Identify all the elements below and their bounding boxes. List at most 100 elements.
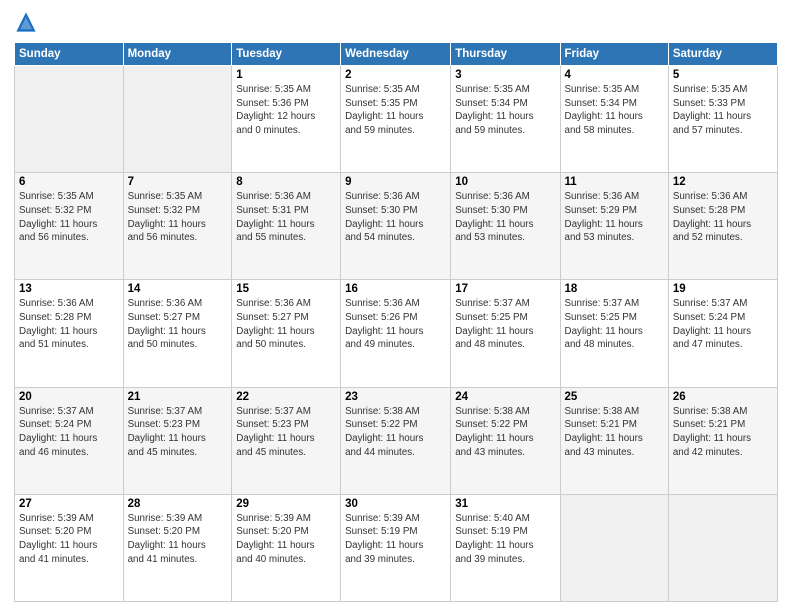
day-info: Sunrise: 5:39 AM Sunset: 5:20 PM Dayligh… <box>19 512 119 567</box>
calendar-cell: 3 Sunrise: 5:35 AM Sunset: 5:34 PM Daylig… <box>451 66 560 173</box>
day-info: Sunrise: 5:35 AM Sunset: 5:34 PM Dayligh… <box>455 83 555 138</box>
day-info: Sunrise: 5:39 AM Sunset: 5:20 PM Dayligh… <box>236 512 336 567</box>
day-number: 29 <box>236 498 336 510</box>
day-info: Sunrise: 5:37 AM Sunset: 5:25 PM Dayligh… <box>565 297 664 352</box>
day-info: Sunrise: 5:35 AM Sunset: 5:35 PM Dayligh… <box>345 83 446 138</box>
calendar-week-row: 13 Sunrise: 5:36 AM Sunset: 5:28 PM Dayli… <box>15 280 778 387</box>
day-info: Sunrise: 5:36 AM Sunset: 5:27 PM Dayligh… <box>128 297 228 352</box>
day-number: 22 <box>236 391 336 403</box>
day-number: 12 <box>673 176 773 188</box>
calendar-cell: 4 Sunrise: 5:35 AM Sunset: 5:34 PM Daylig… <box>560 66 668 173</box>
weekday-header: Sunday <box>15 43 124 66</box>
day-info: Sunrise: 5:39 AM Sunset: 5:20 PM Dayligh… <box>128 512 228 567</box>
day-number: 14 <box>128 283 228 295</box>
day-number: 1 <box>236 69 336 81</box>
day-number: 6 <box>19 176 119 188</box>
calendar-cell: 5 Sunrise: 5:35 AM Sunset: 5:33 PM Daylig… <box>668 66 777 173</box>
calendar-week-row: 6 Sunrise: 5:35 AM Sunset: 5:32 PM Daylig… <box>15 173 778 280</box>
calendar-cell: 26Sunrise: 5:38 AM Sunset: 5:21 PM Dayli… <box>668 387 777 494</box>
day-number: 15 <box>236 283 336 295</box>
day-info: Sunrise: 5:36 AM Sunset: 5:29 PM Dayligh… <box>565 190 664 245</box>
calendar-cell: 22 Sunrise: 5:37 AM Sunset: 5:23 PM Dayli… <box>232 387 341 494</box>
calendar-cell: 25Sunrise: 5:38 AM Sunset: 5:21 PM Dayli… <box>560 387 668 494</box>
day-info: Sunrise: 5:35 AM Sunset: 5:32 PM Dayligh… <box>19 190 119 245</box>
header <box>14 10 778 34</box>
day-number: 25 <box>565 391 664 403</box>
calendar-cell: 21Sunrise: 5:37 AM Sunset: 5:23 PM Dayli… <box>123 387 232 494</box>
day-number: 13 <box>19 283 119 295</box>
calendar-week-row: 27 Sunrise: 5:39 AM Sunset: 5:20 PM Dayli… <box>15 494 778 601</box>
calendar-cell: 27 Sunrise: 5:39 AM Sunset: 5:20 PM Dayli… <box>15 494 124 601</box>
day-number: 9 <box>345 176 446 188</box>
day-info: Sunrise: 5:36 AM Sunset: 5:28 PM Dayligh… <box>673 190 773 245</box>
day-info: Sunrise: 5:35 AM Sunset: 5:32 PM Dayligh… <box>128 190 228 245</box>
calendar-cell: 14 Sunrise: 5:36 AM Sunset: 5:27 PM Dayli… <box>123 280 232 387</box>
day-info: Sunrise: 5:36 AM Sunset: 5:30 PM Dayligh… <box>345 190 446 245</box>
logo-icon <box>14 10 38 34</box>
day-number: 7 <box>128 176 228 188</box>
day-info: Sunrise: 5:35 AM Sunset: 5:34 PM Dayligh… <box>565 83 664 138</box>
day-info: Sunrise: 5:37 AM Sunset: 5:25 PM Dayligh… <box>455 297 555 352</box>
day-info: Sunrise: 5:36 AM Sunset: 5:30 PM Dayligh… <box>455 190 555 245</box>
day-number: 16 <box>345 283 446 295</box>
weekday-header: Friday <box>560 43 668 66</box>
day-number: 2 <box>345 69 446 81</box>
logo <box>14 10 42 34</box>
day-number: 17 <box>455 283 555 295</box>
calendar-cell: 18 Sunrise: 5:37 AM Sunset: 5:25 PM Dayli… <box>560 280 668 387</box>
day-number: 27 <box>19 498 119 510</box>
day-info: Sunrise: 5:35 AM Sunset: 5:33 PM Dayligh… <box>673 83 773 138</box>
calendar-cell: 13 Sunrise: 5:36 AM Sunset: 5:28 PM Dayli… <box>15 280 124 387</box>
calendar-week-row: 20 Sunrise: 5:37 AM Sunset: 5:24 PM Dayli… <box>15 387 778 494</box>
calendar-cell: 29 Sunrise: 5:39 AM Sunset: 5:20 PM Dayli… <box>232 494 341 601</box>
calendar-cell: 6 Sunrise: 5:35 AM Sunset: 5:32 PM Daylig… <box>15 173 124 280</box>
day-info: Sunrise: 5:37 AM Sunset: 5:24 PM Dayligh… <box>673 297 773 352</box>
day-number: 28 <box>128 498 228 510</box>
day-info: Sunrise: 5:39 AM Sunset: 5:19 PM Dayligh… <box>345 512 446 567</box>
day-number: 19 <box>673 283 773 295</box>
day-info: Sunrise: 5:36 AM Sunset: 5:28 PM Dayligh… <box>19 297 119 352</box>
day-number: 20 <box>19 391 119 403</box>
calendar-cell: 23Sunrise: 5:38 AM Sunset: 5:22 PM Dayli… <box>341 387 451 494</box>
day-info: Sunrise: 5:36 AM Sunset: 5:26 PM Dayligh… <box>345 297 446 352</box>
calendar-cell: 20 Sunrise: 5:37 AM Sunset: 5:24 PM Dayli… <box>15 387 124 494</box>
day-number: 24 <box>455 391 555 403</box>
calendar-cell <box>560 494 668 601</box>
day-number: 10 <box>455 176 555 188</box>
calendar-cell: 24 Sunrise: 5:38 AM Sunset: 5:22 PM Dayli… <box>451 387 560 494</box>
calendar-cell: 28 Sunrise: 5:39 AM Sunset: 5:20 PM Dayli… <box>123 494 232 601</box>
day-number: 23 <box>345 391 446 403</box>
day-info: Sunrise: 5:38 AM Sunset: 5:22 PM Dayligh… <box>455 405 555 460</box>
calendar-header-row: SundayMondayTuesdayWednesdayThursdayFrid… <box>15 43 778 66</box>
day-info: Sunrise: 5:37 AM Sunset: 5:23 PM Dayligh… <box>128 405 228 460</box>
day-info: Sunrise: 5:37 AM Sunset: 5:24 PM Dayligh… <box>19 405 119 460</box>
weekday-header: Thursday <box>451 43 560 66</box>
day-number: 11 <box>565 176 664 188</box>
day-number: 30 <box>345 498 446 510</box>
calendar-cell: 7 Sunrise: 5:35 AM Sunset: 5:32 PM Daylig… <box>123 173 232 280</box>
calendar-cell: 8 Sunrise: 5:36 AM Sunset: 5:31 PM Daylig… <box>232 173 341 280</box>
day-info: Sunrise: 5:36 AM Sunset: 5:27 PM Dayligh… <box>236 297 336 352</box>
page: SundayMondayTuesdayWednesdayThursdayFrid… <box>0 0 792 612</box>
weekday-header: Monday <box>123 43 232 66</box>
calendar-cell: 2 Sunrise: 5:35 AM Sunset: 5:35 PM Daylig… <box>341 66 451 173</box>
calendar-cell: 30 Sunrise: 5:39 AM Sunset: 5:19 PM Dayli… <box>341 494 451 601</box>
day-number: 3 <box>455 69 555 81</box>
calendar-cell: 19 Sunrise: 5:37 AM Sunset: 5:24 PM Dayli… <box>668 280 777 387</box>
calendar-cell <box>668 494 777 601</box>
day-number: 8 <box>236 176 336 188</box>
day-number: 4 <box>565 69 664 81</box>
calendar-cell <box>123 66 232 173</box>
day-info: Sunrise: 5:35 AM Sunset: 5:36 PM Dayligh… <box>236 83 336 138</box>
day-number: 18 <box>565 283 664 295</box>
calendar-cell: 12 Sunrise: 5:36 AM Sunset: 5:28 PM Dayli… <box>668 173 777 280</box>
day-info: Sunrise: 5:36 AM Sunset: 5:31 PM Dayligh… <box>236 190 336 245</box>
calendar-week-row: 1 Sunrise: 5:35 AM Sunset: 5:36 PM Daylig… <box>15 66 778 173</box>
calendar-cell: 10 Sunrise: 5:36 AM Sunset: 5:30 PM Dayli… <box>451 173 560 280</box>
calendar-cell: 1 Sunrise: 5:35 AM Sunset: 5:36 PM Daylig… <box>232 66 341 173</box>
day-number: 26 <box>673 391 773 403</box>
calendar-cell: 15 Sunrise: 5:36 AM Sunset: 5:27 PM Dayli… <box>232 280 341 387</box>
calendar-cell: 31Sunrise: 5:40 AM Sunset: 5:19 PM Dayli… <box>451 494 560 601</box>
day-number: 5 <box>673 69 773 81</box>
day-info: Sunrise: 5:37 AM Sunset: 5:23 PM Dayligh… <box>236 405 336 460</box>
